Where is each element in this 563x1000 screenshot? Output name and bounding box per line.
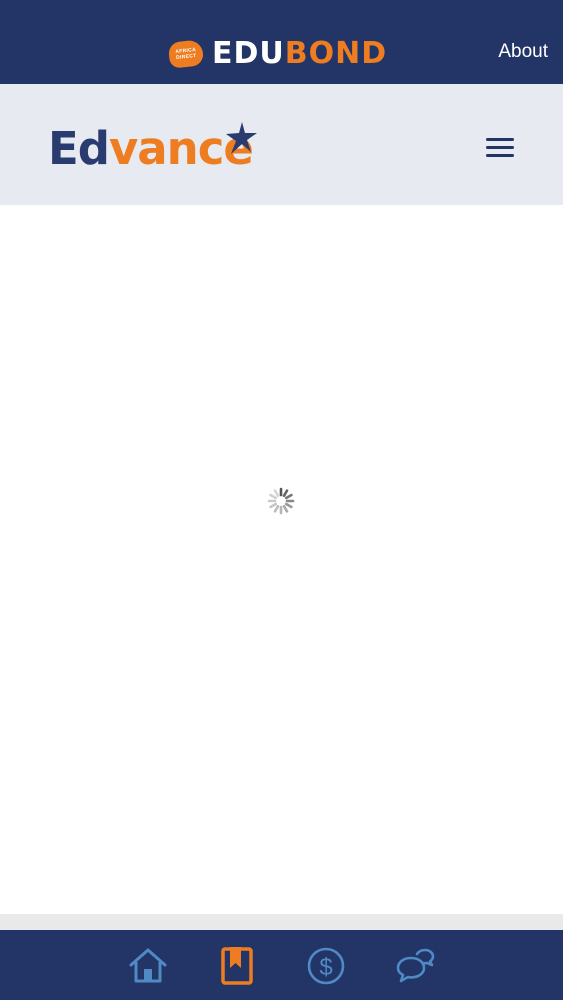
dollar-icon: $ bbox=[307, 947, 345, 985]
brand-bond-text: BOND bbox=[284, 36, 388, 71]
star-icon bbox=[226, 122, 257, 154]
about-link[interactable]: About bbox=[498, 40, 548, 64]
menu-line bbox=[486, 146, 514, 149]
tab-payments[interactable]: $ bbox=[306, 944, 346, 986]
edvance-logo[interactable]: Edvance bbox=[48, 122, 257, 175]
menu-line bbox=[486, 154, 514, 157]
menu-line bbox=[486, 138, 514, 141]
logo-ed-text: Ed bbox=[48, 122, 110, 175]
menu-button[interactable] bbox=[485, 135, 515, 161]
brand-wordmark: EDUBOND bbox=[212, 37, 387, 71]
brand-edu-text: EDU bbox=[212, 36, 285, 71]
tab-chat[interactable] bbox=[395, 944, 435, 986]
loading-spinner-icon bbox=[267, 487, 295, 515]
tab-bookmarks[interactable] bbox=[217, 944, 257, 986]
bookmark-icon bbox=[221, 947, 253, 985]
main-content bbox=[0, 205, 563, 914]
bottom-tab-bar bbox=[0, 930, 563, 1000]
africa-direct-badge: AFRICA DIRECT bbox=[167, 39, 205, 69]
content-footer-strip bbox=[0, 914, 563, 930]
svg-text:$: $ bbox=[319, 954, 332, 981]
top-bar: AFRICA DIRECT EDUBOND About bbox=[0, 0, 563, 84]
chat-icon bbox=[396, 948, 435, 983]
tab-home[interactable] bbox=[128, 944, 168, 986]
home-icon bbox=[129, 948, 167, 983]
edubond-logo[interactable]: AFRICA DIRECT EDUBOND bbox=[167, 37, 387, 71]
